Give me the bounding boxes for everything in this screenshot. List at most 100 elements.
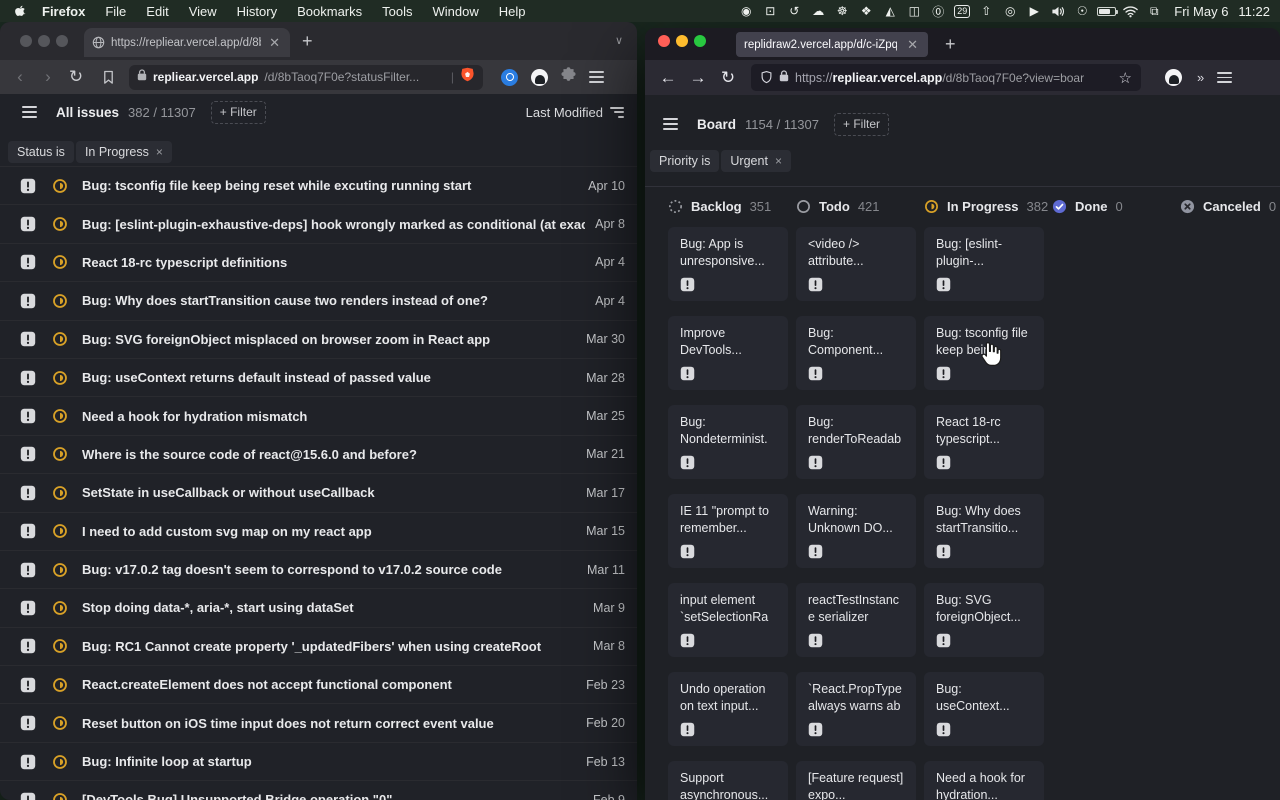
control-center-icon[interactable]: ⧉ <box>1142 0 1166 22</box>
close-window-button[interactable] <box>658 35 670 47</box>
new-tab-button[interactable]: + <box>302 31 313 52</box>
issue-row[interactable]: I need to add custom svg map on my react… <box>0 512 637 550</box>
menu-view[interactable]: View <box>179 4 227 19</box>
issue-card[interactable]: Bug: SVG foreignObject... <box>924 583 1044 657</box>
filter-value-chip[interactable]: Urgent × <box>721 150 791 172</box>
dropbox-icon[interactable]: ❖ <box>854 0 878 22</box>
issue-row[interactable]: SetState in useCallback or without useCa… <box>0 473 637 511</box>
play-icon[interactable]: ▶ <box>1022 0 1046 22</box>
calendar-icon[interactable]: 29 <box>950 0 974 22</box>
address-bar[interactable]: repliear.vercel.app /d/8bTaoq7F0e?status… <box>129 65 483 90</box>
issue-card[interactable]: Improve DevTools... <box>668 316 788 390</box>
remove-filter-icon[interactable]: × <box>156 145 163 159</box>
menu-help[interactable]: Help <box>489 4 536 19</box>
issue-card[interactable]: Bug: Why does startTransitio... <box>924 494 1044 568</box>
apple-menu-icon[interactable] <box>10 4 32 19</box>
issue-card[interactable]: Support asynchronous... <box>668 761 788 800</box>
remove-filter-icon[interactable]: × <box>775 154 782 168</box>
record-icon[interactable]: ◉ <box>734 0 758 22</box>
issue-card[interactable]: [Feature request] expo... <box>796 761 916 800</box>
cloud-icon[interactable]: ☁ <box>806 0 830 22</box>
issue-card[interactable]: Need a hook for hydration... <box>924 761 1044 800</box>
github-extension-icon[interactable] <box>1165 69 1182 86</box>
menubar-clock[interactable]: 11:22 <box>1234 4 1270 19</box>
sidebar-toggle-icon[interactable] <box>663 118 678 129</box>
menubar-app-name[interactable]: Firefox <box>32 4 95 19</box>
back-button[interactable]: ‹ <box>6 67 34 87</box>
issue-card[interactable]: Bug: App is unresponsive... <box>668 227 788 301</box>
sort-control[interactable]: Last Modified <box>526 105 637 120</box>
issue-card[interactable]: Bug: [eslint-plugin-... <box>924 227 1044 301</box>
issue-card[interactable]: Bug: useContext... <box>924 672 1044 746</box>
issue-card[interactable]: Warning: Unknown DO... <box>796 494 916 568</box>
menu-bookmarks[interactable]: Bookmarks <box>287 4 372 19</box>
issue-card[interactable]: Undo operation on text input... <box>668 672 788 746</box>
issue-card[interactable]: Bug: Nondeterminist. <box>668 405 788 479</box>
issue-card[interactable]: <video /> attribute... <box>796 227 916 301</box>
address-bar[interactable]: https:// repliear.vercel.app /d/8bTaoq7F… <box>751 64 1141 91</box>
issue-row[interactable]: Stop doing data-*, aria-*, start using d… <box>0 588 637 626</box>
wifi-icon[interactable] <box>1118 0 1142 22</box>
issue-row[interactable]: Bug: RC1 Cannot create property '_update… <box>0 627 637 665</box>
close-window-button[interactable] <box>20 35 32 47</box>
power-icon[interactable]: ◎ <box>998 0 1022 22</box>
brave-shield-icon[interactable] <box>460 67 475 88</box>
issue-row[interactable]: [DevTools Bug] Unsupported Bridge operat… <box>0 780 637 800</box>
browser-tab[interactable]: replidraw2.vercel.app/d/c-iZpq ✕ <box>736 32 928 57</box>
forward-button[interactable]: › <box>34 67 62 87</box>
filter-field-chip[interactable]: Priority is <box>650 150 719 172</box>
zero-badge-icon[interactable]: ⓪ <box>926 0 950 22</box>
minimize-window-button[interactable] <box>38 35 50 47</box>
issue-card[interactable]: IE 11 "prompt to remember... <box>668 494 788 568</box>
issue-card[interactable]: React 18-rc typescript... <box>924 405 1044 479</box>
tab-close-icon[interactable]: ✕ <box>905 37 920 53</box>
issue-row[interactable]: Need a hook for hydration mismatchMar 25 <box>0 396 637 434</box>
onepassword-icon[interactable] <box>501 69 518 86</box>
filter-value-chip[interactable]: In Progress × <box>76 141 172 163</box>
sync-icon[interactable]: ↺ <box>782 0 806 22</box>
issue-card[interactable]: reactTestInstance serializer <box>796 583 916 657</box>
sidebar-toggle-icon[interactable] <box>22 106 37 117</box>
issue-card[interactable]: `React.PropType always warns ab <box>796 672 916 746</box>
issue-row[interactable]: React 18-rc typescript definitionsApr 4 <box>0 243 637 281</box>
minimize-window-button[interactable] <box>676 35 688 47</box>
issue-card[interactable]: Bug: tsconfig file keep bein... <box>924 316 1044 390</box>
menu-history[interactable]: History <box>227 4 287 19</box>
issue-row[interactable]: Bug: Why does startTransition cause two … <box>0 281 637 319</box>
issue-row[interactable]: Where is the source code of react@15.6.0… <box>0 435 637 473</box>
assistant-icon[interactable]: ☉ <box>1070 0 1094 22</box>
issue-card[interactable]: Bug: renderToReadab <box>796 405 916 479</box>
reload-button[interactable]: ↻ <box>713 68 743 88</box>
issue-row[interactable]: React.createElement does not accept func… <box>0 665 637 703</box>
share-icon[interactable]: ⇧ <box>974 0 998 22</box>
tracking-shield-icon[interactable] <box>760 70 773 85</box>
overflow-chevrons-icon[interactable]: » <box>1197 70 1202 85</box>
menu-hamburger-icon[interactable] <box>1217 72 1232 83</box>
back-button[interactable]: ← <box>653 68 683 88</box>
deta-icon[interactable]: ◭ <box>878 0 902 22</box>
issue-row[interactable]: Bug: SVG foreignObject misplaced on brow… <box>0 320 637 358</box>
menu-hamburger-icon[interactable] <box>589 71 604 82</box>
zoom-window-button[interactable] <box>694 35 706 47</box>
menu-edit[interactable]: Edit <box>136 4 178 19</box>
battery-icon[interactable] <box>1094 0 1118 22</box>
add-filter-button[interactable]: + Filter <box>211 101 266 124</box>
tab-close-icon[interactable]: ✕ <box>267 35 282 51</box>
issue-row[interactable]: Bug: tsconfig file keep being reset whil… <box>0 166 637 204</box>
menu-tools[interactable]: Tools <box>372 4 422 19</box>
issue-row[interactable]: Bug: [eslint-plugin-exhaustive-deps] hoo… <box>0 204 637 242</box>
issue-card[interactable]: Bug: Component... <box>796 316 916 390</box>
menu-window[interactable]: Window <box>423 4 489 19</box>
issue-row[interactable]: Bug: useContext returns default instead … <box>0 358 637 396</box>
menubar-date[interactable]: Fri May 6 <box>1166 4 1234 19</box>
tab-list-chevron-icon[interactable]: ∨ <box>615 34 623 47</box>
browser-tab[interactable]: https://repliear.vercel.app/d/8b ✕ <box>84 28 290 57</box>
screen-mirroring-icon[interactable]: ⊡ <box>758 0 782 22</box>
add-filter-button[interactable]: + Filter <box>834 113 889 136</box>
new-tab-button[interactable]: + <box>945 34 956 55</box>
extensions-puzzle-icon[interactable] <box>561 67 576 87</box>
bookmark-star-icon[interactable]: ☆ <box>1119 69 1132 87</box>
filter-field-chip[interactable]: Status is <box>8 141 74 163</box>
menu-file[interactable]: File <box>95 4 136 19</box>
issue-row[interactable]: Bug: Infinite loop at startupFeb 13 <box>0 742 637 780</box>
